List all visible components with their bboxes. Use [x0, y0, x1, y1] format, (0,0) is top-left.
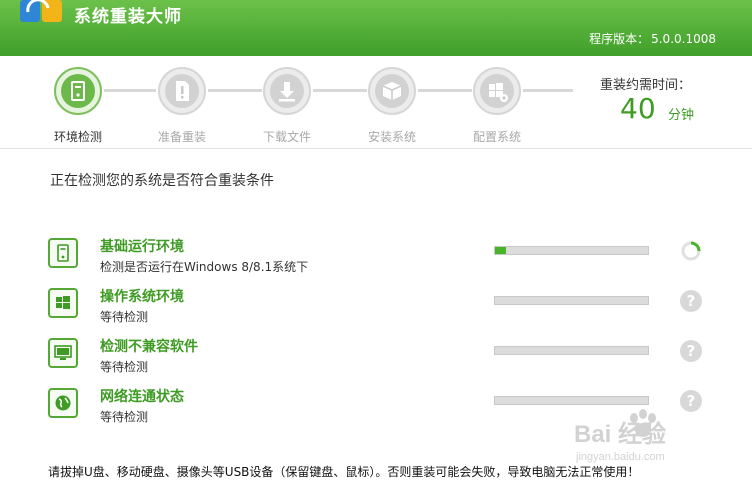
- check-icon-box: [48, 338, 78, 368]
- app-logo-icon: [20, 0, 62, 22]
- step-connector: [523, 89, 573, 92]
- loading-spinner-icon: [681, 241, 701, 261]
- step-label-download: 下载文件: [262, 130, 311, 144]
- app-title: 系统重装大师: [74, 7, 182, 27]
- time-estimate-value: 40: [620, 92, 656, 125]
- version-label: 程序版本：: [589, 32, 650, 46]
- check-icon-box: [48, 388, 78, 418]
- install-box-icon: [382, 82, 402, 100]
- check-item-basic-environment: 基础运行环境 检测是否运行在Windows 8/8.1系统下: [48, 238, 708, 278]
- check-progress-bar: [494, 396, 649, 405]
- pc-tower-icon: [71, 81, 85, 101]
- step-connector: [313, 89, 367, 92]
- version-number: 5.0.0.1008: [651, 32, 716, 46]
- check-icon-box: [48, 288, 78, 318]
- check-description: 等待检测: [100, 410, 149, 424]
- check-title: 操作系统环境: [100, 289, 184, 305]
- step-connector: [104, 89, 156, 92]
- windows-gear-icon: [489, 83, 508, 102]
- time-estimate-label: 重装约需时间：: [600, 78, 692, 93]
- check-item-incompatible-software: 检测不兼容软件 等待检测 ?: [48, 338, 708, 378]
- check-description: 检测是否运行在Windows 8/8.1系统下: [100, 260, 309, 274]
- check-title: 网络连通状态: [100, 389, 184, 405]
- step-progress: 环境检测 准备重装 下载文件 安装系统 配置系统 重装约需时间： 40 分钟: [0, 56, 752, 149]
- step-prepare: [158, 67, 206, 115]
- question-mark-icon: ?: [680, 340, 702, 362]
- monitor-icon: [54, 345, 72, 360]
- step-label-configure: 配置系统: [472, 130, 521, 144]
- document-alert-icon: [176, 81, 189, 101]
- step-environment-check: [54, 67, 102, 115]
- step-configure: [473, 67, 521, 115]
- check-progress-bar: [494, 346, 649, 355]
- version-info: 程序版本： 5.0.0.1008: [587, 30, 716, 47]
- check-title: 检测不兼容软件: [100, 339, 198, 355]
- step-download: [263, 67, 311, 115]
- question-mark-icon: ?: [680, 290, 702, 312]
- download-icon: [279, 82, 295, 102]
- time-estimate-unit: 分钟: [668, 108, 695, 123]
- step-label-prepare: 准备重装: [157, 130, 206, 144]
- check-description: 等待检测: [100, 310, 149, 324]
- title-bar: 系统重装大师 程序版本： 5.0.0.1008: [0, 0, 752, 56]
- windows-logo-icon: [56, 296, 70, 309]
- check-item-os-environment: 操作系统环境 等待检测 ?: [48, 288, 708, 328]
- step-connector: [418, 89, 472, 92]
- check-description: 等待检测: [100, 360, 149, 374]
- check-icon-box: [48, 238, 78, 268]
- check-progress-bar: [494, 296, 649, 305]
- step-label-environment: 环境检测: [53, 130, 102, 144]
- baidu-jingyan-watermark: Bai 经验 jingyan.baidu.com: [574, 409, 666, 463]
- check-title: 基础运行环境: [100, 239, 184, 255]
- watermark-subtext: jingyan.baidu.com: [575, 451, 665, 463]
- progress-fill: [495, 247, 506, 254]
- status-title: 正在检测您的系统是否符合重装条件: [50, 173, 274, 189]
- watermark-text: Bai 经验: [574, 420, 666, 448]
- step-label-install: 安装系统: [367, 130, 416, 144]
- usb-warning-text: 请拔掉U盘、移动硬盘、摄像头等USB设备（保留键盘、鼠标）。否则重装可能会失败，…: [48, 465, 640, 479]
- step-connector: [208, 89, 262, 92]
- step-install: [368, 67, 416, 115]
- pc-tower-icon: [57, 244, 69, 262]
- globe-icon: [55, 395, 71, 411]
- check-progress-bar: [494, 246, 649, 255]
